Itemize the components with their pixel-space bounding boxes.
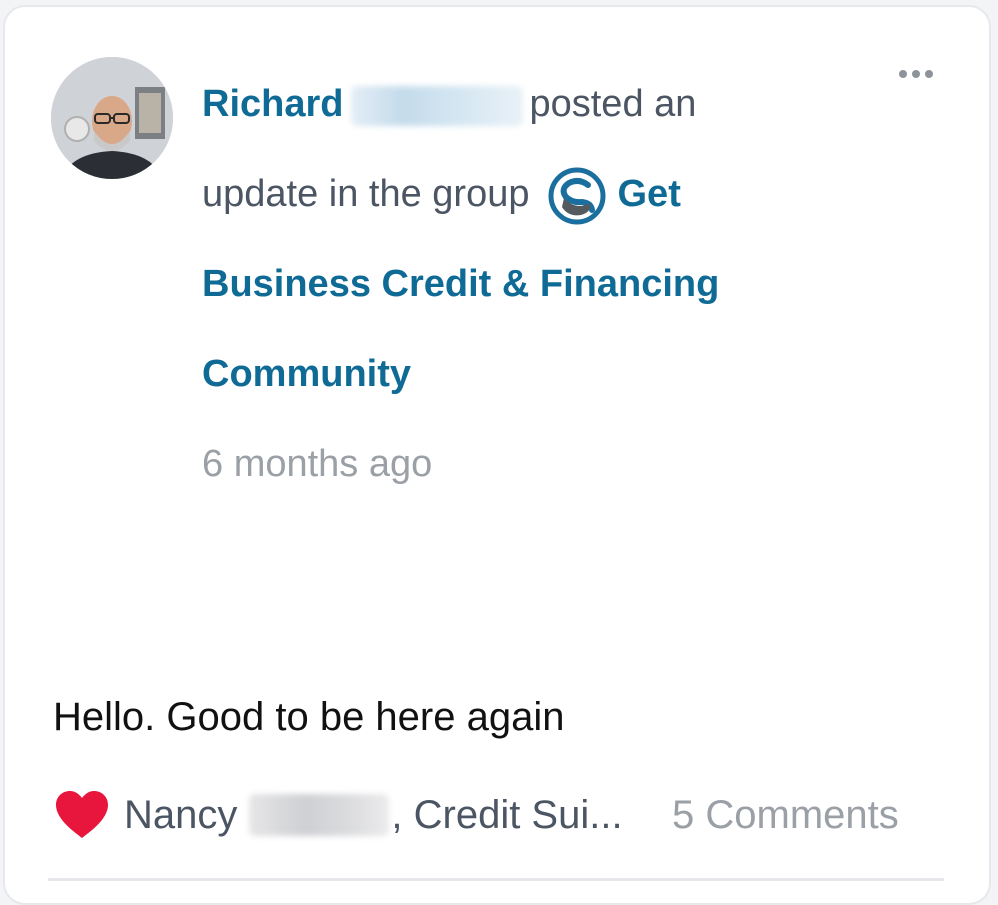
divider [48, 878, 944, 881]
dot [912, 70, 920, 78]
redacted-reactor-name [249, 794, 390, 836]
redacted-last-name [351, 85, 524, 126]
author-name-link[interactable]: Richard [202, 83, 343, 125]
activity-header: Richard posted an update in the group Get… [202, 59, 802, 509]
reactor-others: , Credit Sui... [391, 792, 623, 837]
reactions-row[interactable]: Nancy , Credit Sui... [54, 790, 623, 840]
action-text: posted an [529, 83, 697, 125]
group-logo-icon[interactable] [548, 167, 606, 225]
activity-card: Richard posted an update in the group Get… [3, 5, 991, 905]
more-options-icon[interactable] [893, 63, 939, 85]
dot [925, 70, 933, 78]
heart-icon[interactable] [54, 790, 110, 840]
avatar-photo [51, 57, 173, 179]
reactor-first-name: Nancy [124, 792, 238, 837]
dot [899, 70, 907, 78]
action-text-2: update in the group [202, 173, 530, 215]
author-avatar[interactable] [51, 57, 173, 179]
post-timestamp[interactable]: 6 months ago [202, 419, 802, 509]
post-content: Hello. Good to be here again [53, 695, 565, 739]
comments-link[interactable]: 5 Comments [672, 790, 899, 840]
